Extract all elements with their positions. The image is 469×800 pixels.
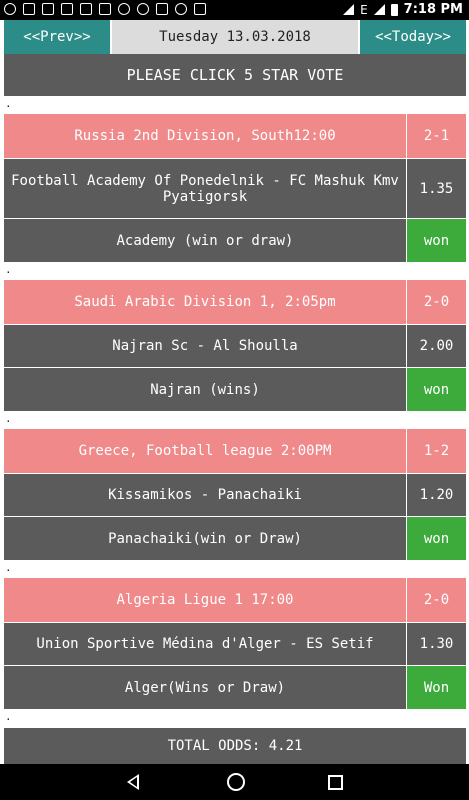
teams-row: Kissamikos - Panachaiki 1.20 <box>4 473 466 516</box>
separator-dot: . <box>5 97 12 110</box>
status-bar: E 7:18 PM <box>0 0 469 20</box>
match-card: Algeria Ligue 1 17:00 2-0 Union Sportive… <box>4 578 466 709</box>
teams: Football Academy Of Ponedelnik - FC Mash… <box>4 158 407 218</box>
result-badge: Won <box>407 665 466 709</box>
separator-dot: . <box>5 412 12 425</box>
league-name: Saudi Arabic Division 1, 2:05pm <box>4 280 407 324</box>
separator-dot: . <box>5 561 12 574</box>
date-navigation: <<Prev>> Tuesday 13.03.2018 <<Today>> <box>4 20 466 54</box>
prev-button[interactable]: <<Prev>> <box>4 20 110 54</box>
status-right: E 7:18 PM <box>343 2 463 17</box>
clock-ampm: PM <box>440 2 463 17</box>
home-icon[interactable] <box>227 773 245 791</box>
league-row: Greece, Football league 2:00PM 1-2 <box>4 429 466 473</box>
odds: 1.35 <box>407 158 466 218</box>
final-score: 2-0 <box>407 578 466 622</box>
network-type: E <box>360 2 368 17</box>
league-name: Russia 2nd Division, South12:00 <box>4 114 407 158</box>
match-card: Saudi Arabic Division 1, 2:05pm 2-0 Najr… <box>4 280 466 411</box>
tip: Panachaiki(win or Draw) <box>4 516 407 560</box>
league-row: Russia 2nd Division, South12:00 2-1 <box>4 114 466 158</box>
clock-time: 7:18 <box>403 2 436 17</box>
teams: Union Sportive Médina d'Alger - ES Setif <box>4 622 407 665</box>
tip: Najran (wins) <box>4 367 407 411</box>
message-icon <box>61 3 73 15</box>
vote-banner[interactable]: PLEASE CLICK 5 STAR VOTE <box>4 54 466 96</box>
twitter-icon <box>118 3 130 15</box>
tip-row: Najran (wins) won <box>4 367 466 411</box>
whatsapp-icon <box>137 3 149 15</box>
teams: Kissamikos - Panachaiki <box>4 473 407 516</box>
separator-dot: . <box>5 263 12 276</box>
message-icon <box>42 3 54 15</box>
tip: Alger(Wins or Draw) <box>4 665 407 709</box>
odds: 1.20 <box>407 473 466 516</box>
current-date: Tuesday 13.03.2018 <box>110 20 360 54</box>
message-icon <box>80 3 92 15</box>
teams: Najran Sc - Al Shoulla <box>4 324 407 367</box>
odds: 2.00 <box>407 324 466 367</box>
message-icon <box>23 3 35 15</box>
tip: Academy (win or draw) <box>4 218 407 262</box>
pen-icon <box>156 3 168 15</box>
final-score: 1-2 <box>407 429 466 473</box>
today-button[interactable]: <<Today>> <box>360 20 466 54</box>
teams-row: Union Sportive Médina d'Alger - ES Setif… <box>4 622 466 665</box>
teams-row: Football Academy Of Ponedelnik - FC Mash… <box>4 158 466 218</box>
opera-icon <box>4 3 16 15</box>
odds: 1.30 <box>407 622 466 665</box>
system-nav-bar <box>0 764 469 800</box>
tip-row: Academy (win or draw) won <box>4 218 466 262</box>
wifi-icon <box>343 4 355 15</box>
tip-row: Panachaiki(win or Draw) won <box>4 516 466 560</box>
match-card: Greece, Football league 2:00PM 1-2 Kissa… <box>4 429 466 560</box>
whatsapp-icon <box>175 3 187 15</box>
total-odds: TOTAL ODDS: 4.21 <box>4 728 466 764</box>
league-row: Algeria Ligue 1 17:00 2-0 <box>4 578 466 622</box>
notification-icons <box>4 3 206 15</box>
signal-icon <box>373 4 385 15</box>
result-badge: won <box>407 218 466 262</box>
battery-icon <box>390 3 398 16</box>
teams-row: Najran Sc - Al Shoulla 2.00 <box>4 324 466 367</box>
separator-dot: . <box>5 710 12 723</box>
recent-apps-icon[interactable] <box>328 775 343 790</box>
back-icon[interactable] <box>127 774 139 790</box>
mail-icon <box>99 3 111 15</box>
league-name: Greece, Football league 2:00PM <box>4 429 407 473</box>
save-icon <box>194 3 206 15</box>
result-badge: won <box>407 367 466 411</box>
match-card: Russia 2nd Division, South12:00 2-1 Foot… <box>4 114 466 262</box>
league-name: Algeria Ligue 1 17:00 <box>4 578 407 622</box>
tip-row: Alger(Wins or Draw) Won <box>4 665 466 709</box>
final-score: 2-1 <box>407 114 466 158</box>
result-badge: won <box>407 516 466 560</box>
league-row: Saudi Arabic Division 1, 2:05pm 2-0 <box>4 280 466 324</box>
final-score: 2-0 <box>407 280 466 324</box>
